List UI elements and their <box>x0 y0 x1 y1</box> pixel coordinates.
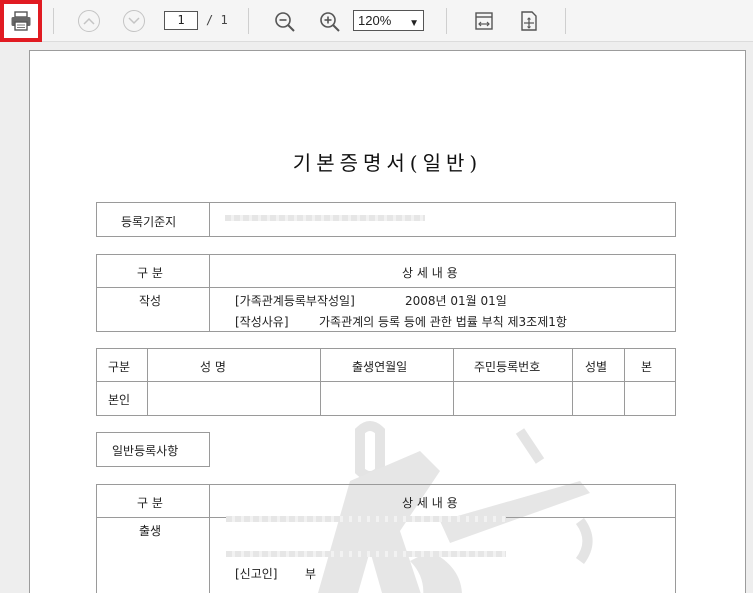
next-page-button[interactable] <box>123 10 145 32</box>
creation-date-value: 2008년 01월 01일 <box>405 294 507 308</box>
toolbar-separator <box>446 8 447 34</box>
fit-width-button[interactable] <box>472 9 496 33</box>
section2-header-detail: 상 세 내 용 <box>402 496 458 510</box>
person-header-sex: 성별 <box>585 360 608 374</box>
redacted-value <box>226 551 506 557</box>
fit-page-button[interactable] <box>517 9 541 33</box>
birth-table <box>96 484 676 593</box>
person-header-resident-number: 주민등록번호 <box>474 360 541 374</box>
toolbar-separator <box>248 8 249 34</box>
reporter-value: 부 <box>305 567 317 581</box>
creation-date-key: [가족관계등록부작성일] <box>235 294 355 308</box>
person-row-label: 본인 <box>108 393 131 407</box>
cell-divider <box>572 348 573 416</box>
cell-divider <box>209 202 210 237</box>
zoom-in-icon <box>320 12 340 32</box>
cell-divider <box>209 254 210 332</box>
person-header-birthdate: 출생연월일 <box>352 360 408 374</box>
section1-header-detail: 상 세 내 용 <box>402 266 458 280</box>
cell-divider <box>209 484 210 593</box>
cell-divider <box>453 348 454 416</box>
print-button[interactable] <box>0 0 42 42</box>
chevron-down-icon: ▼ <box>409 18 419 29</box>
section2-row-label: 출생 <box>139 524 162 538</box>
zoom-level-value: 120% <box>358 13 392 28</box>
zoom-out-icon <box>275 12 295 32</box>
row-divider <box>96 287 676 288</box>
section1-row-label: 작성 <box>139 294 162 308</box>
creation-reason-key: [작성사유] <box>235 315 289 329</box>
document-page: 기본증명서(일반) 등록기준지 구 분 상 세 내 용 작성 [가족관계등록부작… <box>29 50 746 593</box>
fit-page-icon <box>521 11 537 31</box>
viewer-toolbar: 1 / 1 120% ▼ <box>0 0 753 42</box>
zoom-in-button[interactable] <box>318 10 342 34</box>
section2-header-category: 구 분 <box>137 496 163 510</box>
toolbar-separator <box>565 8 566 34</box>
page-total: / 1 <box>206 13 228 27</box>
row-divider <box>96 381 676 382</box>
chevron-down-icon <box>128 17 140 25</box>
person-header-category: 구분 <box>108 360 131 374</box>
printer-icon <box>11 11 31 31</box>
general-registration-label: 일반등록사항 <box>112 444 179 458</box>
zoom-level-select[interactable]: 120% ▼ <box>353 10 424 31</box>
zoom-out-button[interactable] <box>273 10 297 34</box>
document-title: 기본증명서(일반) <box>292 151 483 175</box>
cell-divider <box>624 348 625 416</box>
person-header-name: 성 명 <box>200 360 226 374</box>
redacted-value <box>226 516 506 522</box>
fit-width-icon <box>475 12 493 30</box>
redacted-value <box>225 215 425 221</box>
creation-reason-value: 가족관계의 등록 등에 관한 법률 부칙 제3조제1항 <box>319 315 567 329</box>
cell-divider <box>147 348 148 416</box>
section1-header-category: 구 분 <box>137 266 163 280</box>
page-number-input[interactable]: 1 <box>164 11 198 30</box>
reporter-key: [신고인] <box>235 567 278 581</box>
cell-divider <box>320 348 321 416</box>
previous-page-button[interactable] <box>78 10 100 32</box>
person-header-origin: 본 <box>641 360 653 374</box>
registry-label: 등록기준지 <box>121 215 177 229</box>
chevron-up-icon <box>83 17 95 25</box>
toolbar-separator <box>53 8 54 34</box>
